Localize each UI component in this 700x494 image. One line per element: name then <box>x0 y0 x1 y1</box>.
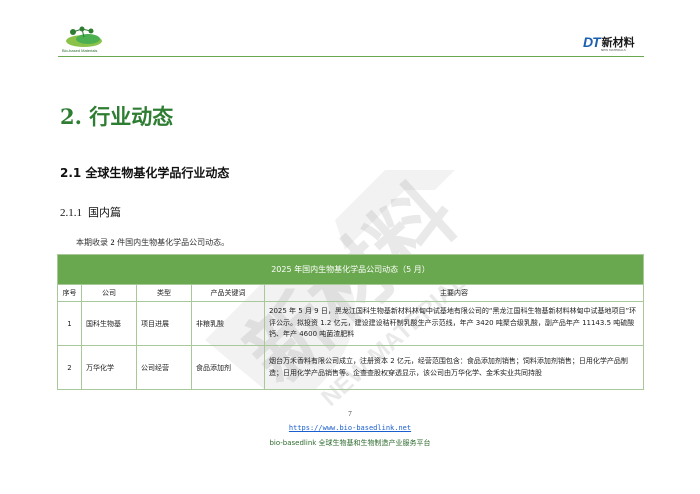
column-header: 主要内容 <box>264 284 644 302</box>
website-link[interactable]: https://www.bio-basedlink.net <box>0 424 700 432</box>
subsection-heading: 2.1 全球生物基化学品行业动态 <box>60 166 230 180</box>
sub-subsection-title: 国内篇 <box>88 206 121 219</box>
row-number: 1 <box>57 301 82 346</box>
company-news-table: 2025 年国内生物基化学品公司动态（5 月） 序号 公司 类型 产品关键词 主… <box>57 254 644 390</box>
table-row: 2 万华化学 公司经营 食品添加剂 烟台万禾香料有限公司成立，注册资本 2 亿元… <box>57 345 644 390</box>
dt-logo-sub: NEW MATERIALS <box>601 48 626 52</box>
section-heading: 2. 行业动态 <box>60 104 174 129</box>
column-header: 序号 <box>57 284 82 302</box>
row-keyword: 食品添加剂 <box>191 345 265 390</box>
row-keyword: 非粮乳酸 <box>191 301 265 346</box>
row-content: 2025 年 5 月 9 日，黑龙江国科生物基新材料林甸中试基地有限公司的“黑龙… <box>264 301 644 346</box>
header-divider <box>58 56 644 57</box>
row-content: 烟台万禾香料有限公司成立，注册资本 2 亿元，经营范围包含：食品添加剂销售；饲料… <box>264 345 644 390</box>
table-title: 2025 年国内生物基化学品公司动态（5 月） <box>57 254 644 285</box>
sub-subsection-heading: 2.1.1 国内篇 <box>60 204 121 220</box>
dt-new-materials-logo: DT 新材料 NEW MATERIALS <box>583 34 635 52</box>
page-number: 7 <box>348 410 352 418</box>
row-type: 项目进展 <box>136 301 192 346</box>
intro-after: 件国内生物基化学品公司动态。 <box>114 238 230 247</box>
table-title-row: 2025 年国内生物基化学品公司动态（5 月） <box>57 254 644 285</box>
row-company: 万华化学 <box>81 345 137 390</box>
table-row: 1 国科生物基 项目进展 非粮乳酸 2025 年 5 月 9 日，黑龙江国科生物… <box>57 301 644 346</box>
intro-before: 本期收录 <box>76 238 111 247</box>
left-logo-text: Bio-based Materials <box>62 48 98 53</box>
row-type: 公司经营 <box>136 345 192 390</box>
row-number: 2 <box>57 345 82 390</box>
column-header: 公司 <box>81 284 137 302</box>
row-company: 国科生物基 <box>81 301 137 346</box>
leaf-logo-icon <box>66 26 102 47</box>
document-page: Bio-based Materials DT 新材料 NEW MATERIALS… <box>0 0 700 494</box>
column-header: 产品关键词 <box>191 284 265 302</box>
footer-text: bio-basedlink 全球生物基和生物制造产业服务平台 <box>269 439 431 447</box>
intro-paragraph: 本期收录 2 件国内生物基化学品公司动态。 <box>76 237 229 248</box>
dt-logo-mark: DT <box>583 34 601 50</box>
column-header: 类型 <box>136 284 192 302</box>
table-header-row: 序号 公司 类型 产品关键词 主要内容 <box>57 284 644 302</box>
bio-based-materials-logo: Bio-based Materials <box>62 26 106 54</box>
sub-subsection-number: 2.1.1 <box>60 207 82 219</box>
